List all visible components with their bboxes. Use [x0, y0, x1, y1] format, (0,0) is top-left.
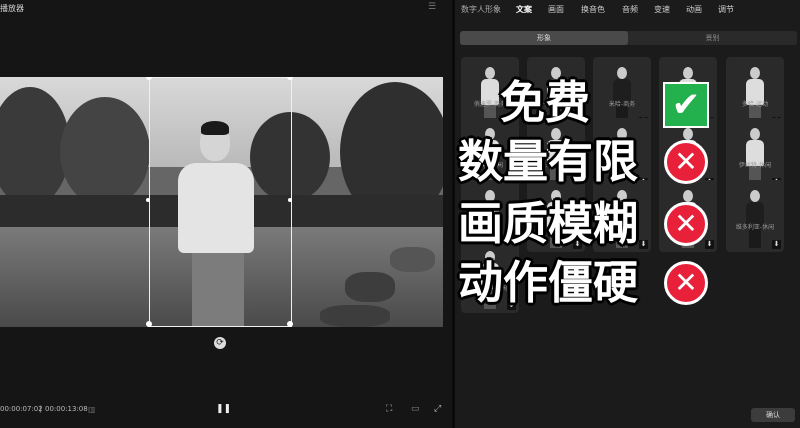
tab-digital-human[interactable]: 数字人形象 [461, 4, 501, 15]
time-separator: | [39, 405, 42, 413]
tab-speed[interactable]: 变速 [654, 4, 670, 15]
video-rock [390, 247, 435, 272]
download-icon[interactable]: ⬇ [705, 240, 714, 249]
subtab-shot[interactable]: 景别 [628, 31, 797, 45]
video-rock [320, 305, 390, 327]
player-title: 播放器 [0, 4, 24, 13]
download-icon[interactable]: ⬇ [772, 240, 781, 249]
video-preview[interactable] [0, 77, 443, 327]
selection-box[interactable] [149, 77, 292, 327]
resize-handle[interactable] [287, 321, 293, 327]
overlay-line: 动作僵硬 [458, 256, 639, 309]
avatar-label: 多哈-运动 [741, 101, 769, 108]
avatar-thumbnail [613, 67, 631, 125]
avatar-thumbnail [481, 67, 499, 125]
overlay-line: 免费 [500, 76, 591, 129]
tab-voice[interactable]: 换音色 [581, 4, 605, 15]
resize-handle[interactable] [146, 321, 152, 327]
avatar-label: 伊丝特-休闲 [738, 162, 772, 169]
rotate-icon[interactable]: ⟳ [214, 337, 226, 349]
tab-audio[interactable]: 音频 [622, 4, 638, 15]
resize-handle[interactable] [288, 198, 292, 202]
resize-handle[interactable] [146, 198, 150, 202]
waveform-icon[interactable]: ▥ [88, 405, 102, 414]
avatar-thumbnail [746, 128, 764, 186]
tab-picture[interactable]: 画面 [548, 4, 564, 15]
tab-script[interactable]: 文案 [516, 4, 532, 15]
x-icon: ✕ [664, 202, 708, 246]
x-icon: ✕ [664, 261, 708, 305]
avatar-thumbnail [746, 190, 764, 248]
avatar-label: 米哈-商务 [608, 101, 636, 108]
video-tree [60, 97, 150, 207]
tab-animation[interactable]: 动画 [686, 4, 702, 15]
menu-icon[interactable]: ☰ [426, 2, 438, 12]
x-icon: ✕ [664, 140, 708, 184]
overlay-line: 数量有限 [458, 135, 639, 188]
pause-icon[interactable]: ❚❚ [216, 404, 231, 414]
avatar-card[interactable]: ⬇ [726, 180, 784, 252]
confirm-button[interactable]: 确认 [751, 408, 795, 422]
crop-icon[interactable]: ⛶ [386, 404, 398, 414]
check-icon: ✔ [663, 82, 709, 128]
video-rock [345, 272, 395, 302]
ratio-icon[interactable]: ▭ [411, 404, 423, 414]
subtab-appearance[interactable]: 形象 [460, 31, 628, 45]
player-panel: 播放器 ☰ ⟳ 00:00:07:02 | 00:00:13:08 ▥ ❚❚ ⛶… [0, 0, 452, 428]
time-total: 00:00:13:08 [45, 405, 88, 413]
avatar-thumbnail [746, 67, 764, 125]
time-current: 00:00:07:02 [0, 405, 43, 413]
fullscreen-icon[interactable]: ⤢ [434, 404, 446, 414]
download-icon[interactable]: ⬇ [639, 240, 648, 249]
tab-adjust[interactable]: 调节 [718, 4, 734, 15]
avatar-label: 维多利亚-休闲 [735, 224, 775, 231]
overlay-line: 画质模糊 [458, 197, 639, 250]
